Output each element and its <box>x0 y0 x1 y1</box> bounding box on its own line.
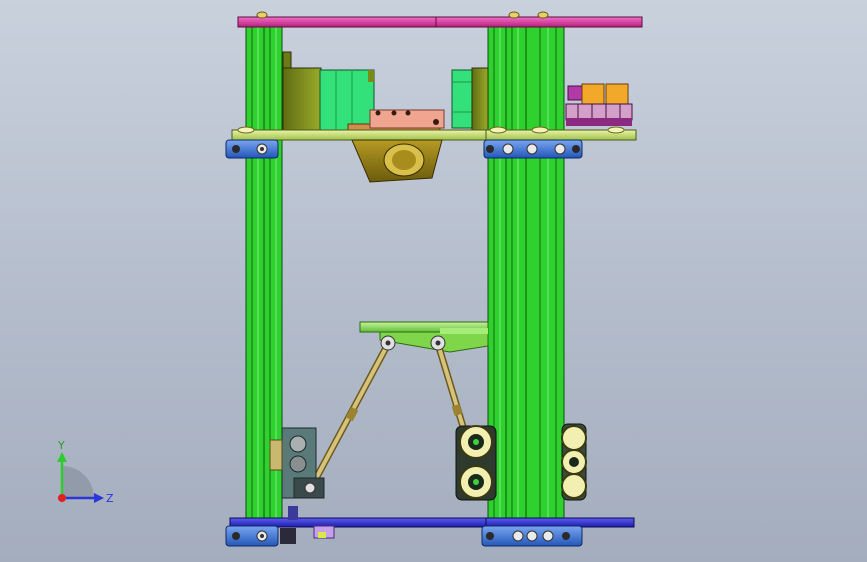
z-axis-head <box>94 493 104 503</box>
cad-graphics-viewport[interactable]: Y Z <box>0 0 867 562</box>
y-axis-head <box>57 452 67 462</box>
triad-origin <box>58 494 66 502</box>
far-right-wheels[interactable] <box>561 423 587 501</box>
upper-left-bracket[interactable] <box>225 139 279 159</box>
y-axis-label: Y <box>57 439 65 452</box>
top-plate[interactable] <box>237 11 643 28</box>
upper-right-bracket[interactable] <box>483 139 583 159</box>
lower-left-bracket[interactable] <box>225 525 296 547</box>
delta-printer-model[interactable] <box>0 0 867 562</box>
stepper-motor-right[interactable] <box>451 67 489 131</box>
z-axis-label: Z <box>106 492 114 505</box>
delta-arm-left[interactable] <box>308 335 396 490</box>
effector-platform[interactable] <box>359 321 489 353</box>
right-extrusion-column[interactable] <box>487 25 565 523</box>
right-carriage-wheels[interactable] <box>455 425 497 501</box>
triad-quadrant <box>62 466 94 498</box>
lower-right-bracket[interactable] <box>481 525 583 547</box>
control-electronics[interactable] <box>565 83 633 126</box>
stepper-motor-left[interactable] <box>282 51 375 131</box>
coordinate-triad: Y Z <box>57 439 114 505</box>
extruder-hopper[interactable] <box>351 139 443 183</box>
